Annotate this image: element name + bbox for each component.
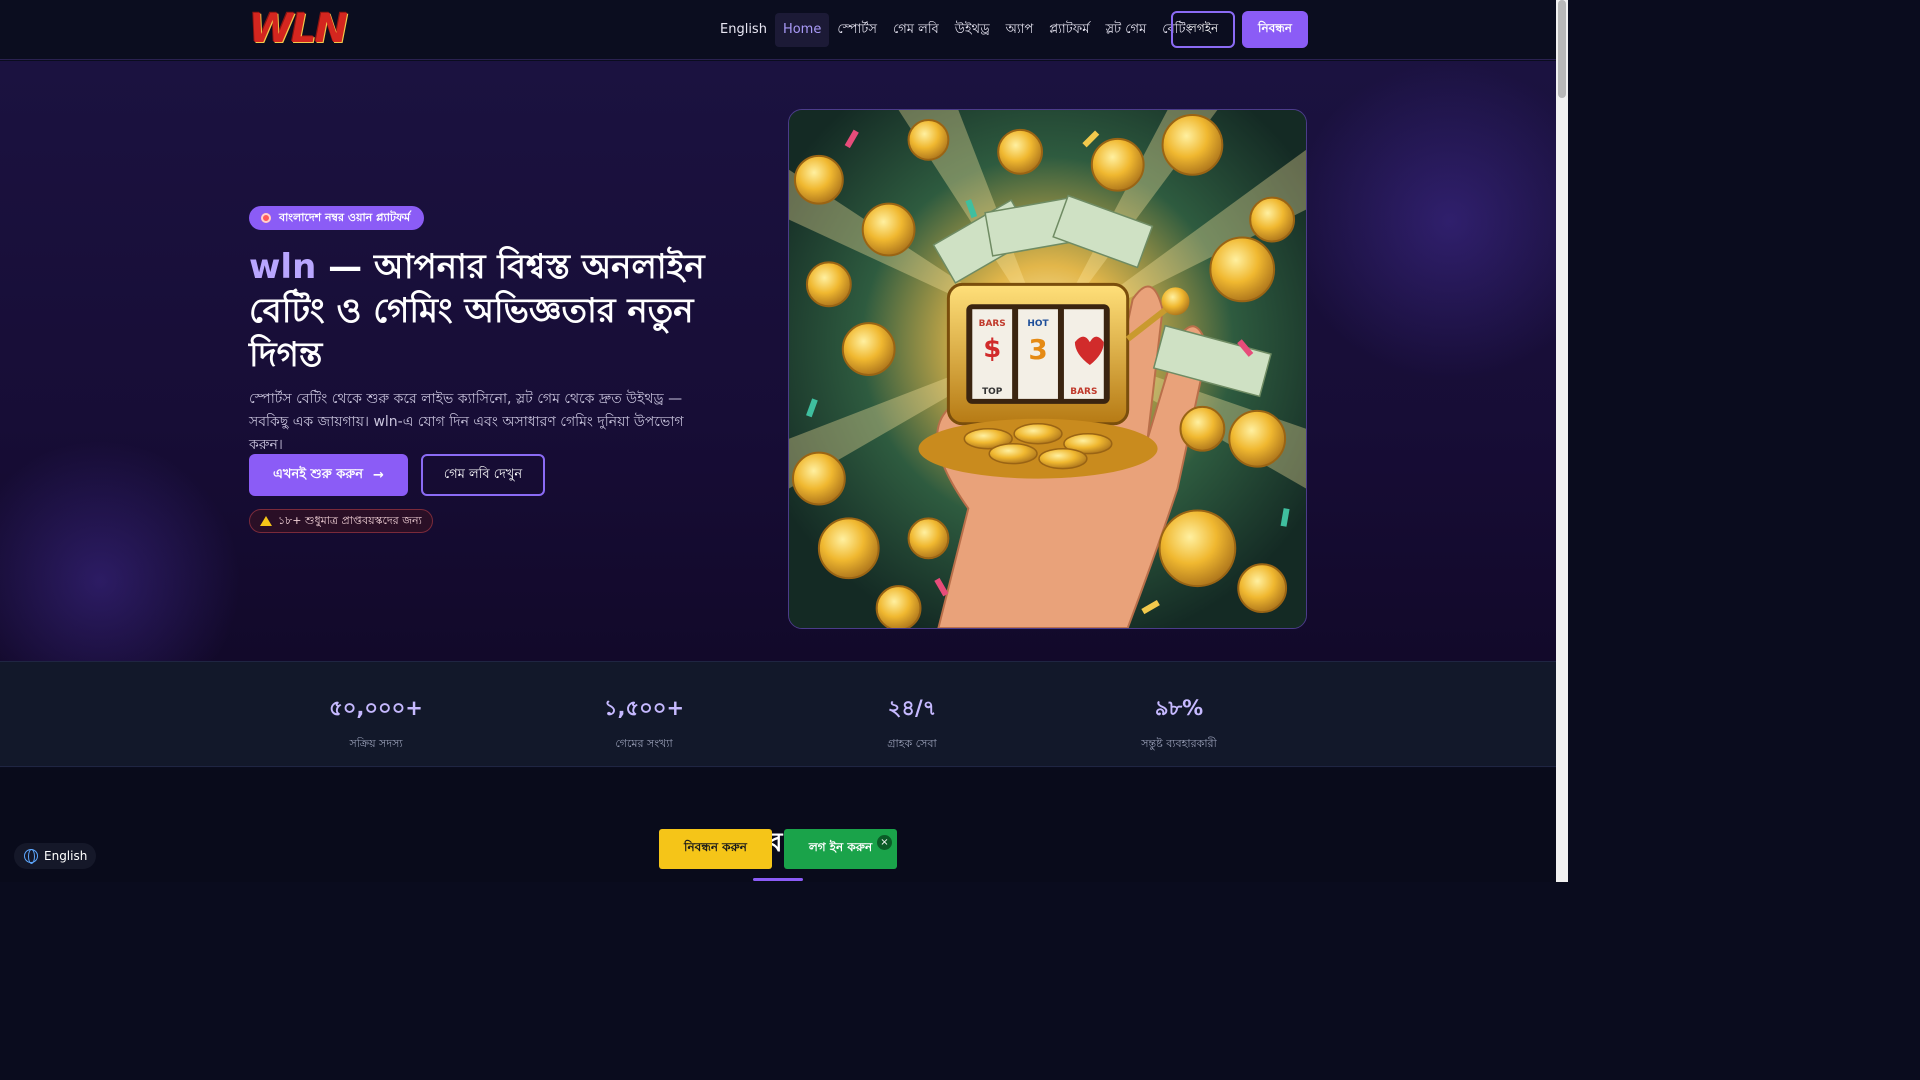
stat-value: ৫০,০০০+: [329, 696, 423, 720]
stat-satisfaction: ৯৮% সন্তুষ্ট ব্যবহারকারী: [1049, 662, 1309, 754]
stats-bar: ৫০,০০০+ সক্রিয় সদস্য ১,৫০০+ গেমের সংখ্য…: [0, 661, 1556, 767]
site-logo[interactable]: WLN: [249, 9, 383, 49]
stat-value: ১,৫০০+: [603, 696, 685, 720]
site-header: WLN English Home স্পোর্টস গেম লবি উইথড্র অ্যা…: [0, 0, 1556, 60]
slot-machine-hand-illustration: $ 3 BARS HOT TOP BARS: [789, 110, 1306, 628]
hero-illustration: $ 3 BARS HOT TOP BARS: [788, 109, 1307, 629]
hero-title-text: — আপনার বিশ্বস্ত অনলাইন বেটিং ও গেমিং অভ…: [249, 247, 705, 375]
stat-label: গ্রাহক সেবা: [887, 737, 937, 750]
close-icon[interactable]: ×: [877, 835, 892, 850]
reel-label-bottom-left: TOP: [982, 387, 1003, 397]
nav-item-0[interactable]: English: [712, 13, 775, 47]
nav-item-1[interactable]: Home: [774, 13, 830, 47]
login-button[interactable]: লগইন: [1171, 11, 1235, 48]
stat-value: ৯৮%: [1154, 696, 1204, 720]
arrow-right-icon: →: [373, 467, 384, 483]
reel-label-top-left: BARS: [979, 319, 1006, 329]
stat-label: গেমের সংখ্যা: [615, 737, 673, 750]
start-now-label: এখনই শুরু করুন: [273, 466, 364, 482]
game-lobby-button[interactable]: গেম লবি দেখুন: [421, 454, 545, 496]
start-now-button[interactable]: এখনই শুরু করুন →: [249, 454, 408, 496]
page-scrollbar[interactable]: [1556, 0, 1568, 882]
hero-title: wln — আপনার বিশ্বস্ত অনলাইন বেটিং ও গেমি…: [249, 245, 729, 377]
warning-icon: [260, 516, 272, 526]
register-button[interactable]: নিবন্ধন: [1242, 11, 1308, 48]
age-notice-badge: ১৮+ শুধুমাত্র প্রাপ্তবয়স্কদের জন্য: [249, 509, 433, 533]
sticky-register-button[interactable]: নিবন্ধন করুন: [659, 829, 772, 869]
hero-title-brand: wln: [249, 247, 317, 287]
main-nav: English Home স্পোর্টস গেম লবি উইথড্র অ্যাপ প্ল…: [712, 13, 1199, 47]
stat-value: ২৪/৭: [887, 696, 937, 720]
nav-item-2[interactable]: স্পোর্টস: [829, 13, 885, 47]
age-notice-label: ১৮+ শুধুমাত্র প্রাপ্তবয়স্কদের জন্য: [278, 513, 422, 527]
platform-badge: বাংলাদেশ নম্বর ওয়ান প্ল্যাটফর্ম: [249, 206, 425, 230]
language-switcher[interactable]: English: [14, 843, 96, 869]
nav-item-5[interactable]: অ্যাপ: [998, 13, 1042, 47]
stat-members: ৫০,০০০+ সক্রিয় সদস্য: [246, 662, 506, 754]
globe-icon: [24, 849, 38, 864]
stat-label: সক্রিয় সদস্য: [349, 737, 403, 750]
reel-label-top-center: HOT: [1027, 319, 1049, 329]
reel-label-bottom-right: BARS: [1070, 387, 1097, 397]
section-title-underline: [753, 878, 803, 881]
svg-text:3: 3: [1028, 333, 1047, 366]
svg-text:$: $: [983, 334, 1001, 364]
target-icon: [261, 213, 271, 223]
platform-badge-label: বাংলাদেশ নম্বর ওয়ান প্ল্যাটফর্ম: [279, 210, 411, 224]
nav-item-7[interactable]: স্লট গেম: [1097, 13, 1154, 47]
language-switcher-label: English: [44, 849, 88, 863]
nav-item-6[interactable]: প্ল্যাটফর্ম: [1041, 13, 1097, 47]
stat-games: ১,৫০০+ গেমের সংখ্যা: [514, 662, 774, 754]
nav-item-4[interactable]: উইথড্র: [947, 13, 998, 47]
hero-description: স্পোর্টস বেটিং থেকে শুরু করে লাইভ ক্যাসি…: [249, 391, 684, 453]
stat-label: সন্তুষ্ট ব্যবহারকারী: [1141, 737, 1217, 750]
hero-section: বাংলাদেশ নম্বর ওয়ান প্ল্যাটফর্ম wln — আ…: [0, 61, 1556, 661]
stat-support: ২৪/৭ গ্রাহক সেবা: [782, 662, 1042, 754]
scrollbar-thumb[interactable]: [1558, 0, 1566, 98]
nav-item-3[interactable]: গেম লবি: [885, 13, 947, 47]
